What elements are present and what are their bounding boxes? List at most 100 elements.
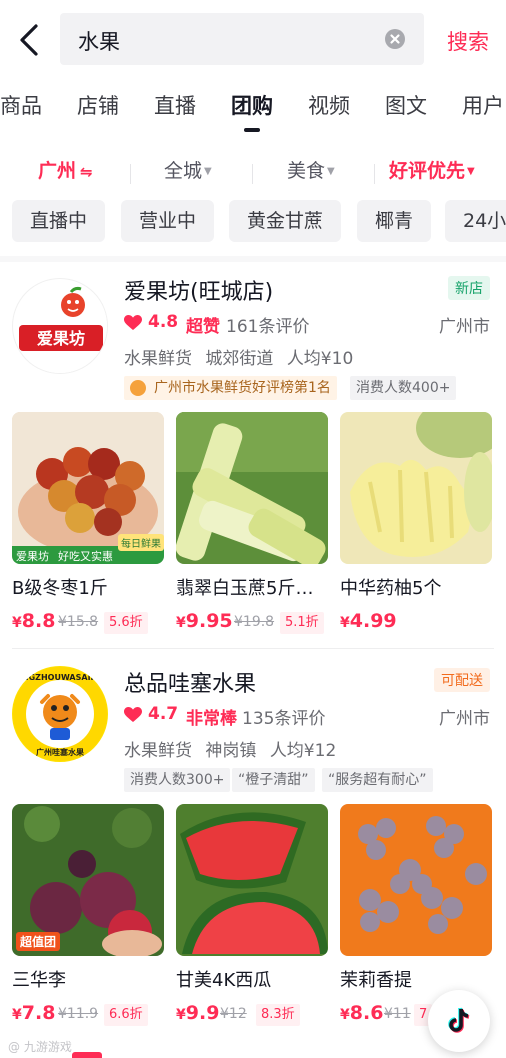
original-price: ¥12	[220, 1006, 247, 1022]
divider	[374, 164, 375, 184]
product-image	[176, 412, 328, 564]
product-price: ¥8.6	[340, 1002, 384, 1024]
rating-score: 4.7	[148, 704, 179, 724]
product-name: 茉莉香提	[340, 970, 412, 991]
delivery-badge: 可配送	[434, 668, 490, 692]
product-overlay-badge: 超值团	[16, 932, 61, 951]
store-city: 广州市	[439, 317, 490, 337]
search-input[interactable]: 水果	[60, 13, 424, 65]
product-carousel: 爱果坊 好吃又实惠 每日鲜果 B级冬枣1斤 ¥8.8 ¥15.8 5.6折 翡翠…	[0, 412, 506, 644]
caret-down-icon: ▼	[467, 166, 475, 177]
watermark: @ 九游游戏	[8, 1040, 72, 1054]
product-name: 三华李	[12, 970, 66, 991]
ranking-tag[interactable]: 广州市水果鲜货好评榜第1名	[124, 376, 337, 400]
heart-icon	[124, 315, 142, 330]
sort-filter[interactable]: 好评优先 ▼	[389, 156, 475, 183]
product-price: ¥7.8	[12, 1002, 56, 1024]
location-filter[interactable]: 广州 ⇋	[38, 156, 93, 183]
ranking-tag-label: 广州市水果鲜货好评榜第1名	[154, 380, 331, 396]
rating-score: 4.8	[148, 312, 179, 332]
store-logo: 爱果坊	[12, 278, 108, 374]
search-bar: 水果 搜索	[0, 0, 506, 78]
store-card[interactable]: 爱果坊 爱果坊(旺城店) 新店 4.8 超赞 161条评价 广州市 水果鲜货 城…	[0, 274, 506, 404]
review-count[interactable]: 161条评价	[226, 312, 309, 337]
tab-users[interactable]: 用户	[462, 90, 504, 120]
category-filter[interactable]: 美食 ▼	[287, 156, 335, 183]
tab-live[interactable]: 直播	[154, 90, 196, 120]
store-tag: 消费人数300+	[124, 768, 231, 792]
quick-filter-chips: 直播中 营业中 黄金甘蔗 椰青 24小	[0, 200, 506, 244]
tab-products[interactable]: 商品	[0, 90, 42, 120]
product-carousel: 超值团 三华李 ¥7.8 ¥11.9 6.6折 甘美4K西瓜 ¥9.9 ¥12 …	[0, 804, 506, 1028]
product-price: ¥9.9	[176, 1002, 220, 1024]
product-name: 甘美4K西瓜	[176, 970, 272, 991]
swap-arrows-icon: ⇋	[80, 163, 93, 181]
area-filter[interactable]: 全城 ▼	[164, 156, 212, 183]
store-category: 水果鲜货	[124, 741, 192, 761]
discount-badge: 8.3折	[256, 1004, 300, 1026]
search-button[interactable]: 搜索	[447, 26, 489, 56]
rank-medal-icon	[130, 380, 146, 396]
category-label: 美食	[287, 160, 326, 182]
chip-open-now[interactable]: 营业中	[121, 200, 215, 242]
avg-price: 人均¥12	[269, 741, 337, 761]
product-name: 翡翠白玉蔗5斤…	[176, 578, 314, 599]
original-price: ¥15.8	[58, 614, 99, 630]
product-image	[176, 804, 328, 956]
caret-down-icon: ▼	[327, 166, 335, 177]
tiktok-floating-button[interactable]	[428, 990, 490, 1052]
discount-badge: 5.1折	[280, 612, 324, 634]
bottom-indicator	[72, 1052, 102, 1058]
divider	[252, 164, 253, 184]
product-overlay-slogan: 好吃又实惠	[58, 550, 113, 563]
heart-icon	[124, 707, 142, 722]
review-count[interactable]: 135条评价	[242, 704, 325, 729]
svg-text:GUANGZHOUWASAIFRUIT: GUANGZHOUWASAIFRUIT	[12, 673, 108, 682]
original-price: ¥11.9	[58, 1006, 99, 1022]
chip-24h[interactable]: 24小	[445, 200, 506, 242]
tiktok-icon	[448, 1007, 470, 1033]
clear-icon[interactable]	[385, 29, 405, 49]
store-tag: “橙子清甜”	[232, 768, 315, 792]
store-district: 城郊街道	[205, 349, 274, 369]
back-arrow-icon[interactable]	[14, 22, 44, 58]
tab-videos[interactable]: 视频	[308, 90, 350, 120]
store-logo: GUANGZHOUWASAIFRUIT 广州哇塞水果	[12, 666, 108, 762]
chip-golden-sugarcane[interactable]: 黄金甘蔗	[229, 200, 342, 242]
product-price: ¥9.95	[176, 610, 233, 632]
original-price: ¥11	[384, 1006, 411, 1022]
store-card[interactable]: GUANGZHOUWASAIFRUIT 广州哇塞水果 总品哇塞水果 可配送 4.…	[0, 666, 506, 796]
divider	[12, 648, 494, 649]
store-meta: 水果鲜货 城郊街道 人均¥10	[124, 344, 353, 369]
tab-group-buy[interactable]: 团购	[231, 90, 273, 120]
product-overlay-badge: 每日鲜果	[118, 534, 164, 551]
avg-price: 人均¥10	[286, 349, 354, 369]
sort-label: 好评优先	[389, 160, 466, 182]
product-price: ¥8.8	[12, 610, 56, 632]
product-name: 中华药柚5个	[340, 578, 442, 599]
active-tab-indicator	[244, 128, 260, 132]
rating-label: 非常棒	[186, 709, 237, 729]
discount-badge: 6.6折	[104, 1004, 148, 1026]
product-overlay-brand: 爱果坊	[16, 550, 49, 563]
product-image	[340, 804, 492, 956]
filter-bar: 广州 ⇋ 全城 ▼ 美食 ▼ 好评优先 ▼	[0, 150, 506, 190]
product-name: B级冬枣1斤	[12, 578, 108, 599]
svg-text:爱果坊: 爱果坊	[37, 329, 85, 348]
store-meta: 水果鲜货 神岗镇 人均¥12	[124, 736, 336, 761]
store-tag: “服务超有耐心”	[322, 768, 433, 792]
chip-coconut[interactable]: 椰青	[357, 200, 432, 242]
section-separator	[0, 256, 506, 262]
product-image: 超值团	[12, 804, 164, 956]
svg-text:广州哇塞水果: 广州哇塞水果	[36, 747, 84, 757]
store-name[interactable]: 总品哇塞水果	[124, 666, 256, 698]
store-district: 神岗镇	[205, 741, 257, 761]
chip-live-now[interactable]: 直播中	[12, 200, 106, 242]
tab-images[interactable]: 图文	[385, 90, 427, 120]
tab-shops[interactable]: 店铺	[77, 90, 119, 120]
original-price: ¥19.8	[234, 614, 275, 630]
caret-down-icon: ▼	[204, 166, 212, 177]
location-label: 广州	[38, 160, 77, 182]
store-name[interactable]: 爱果坊(旺城店)	[124, 274, 273, 306]
rating-label: 超赞	[186, 317, 220, 337]
